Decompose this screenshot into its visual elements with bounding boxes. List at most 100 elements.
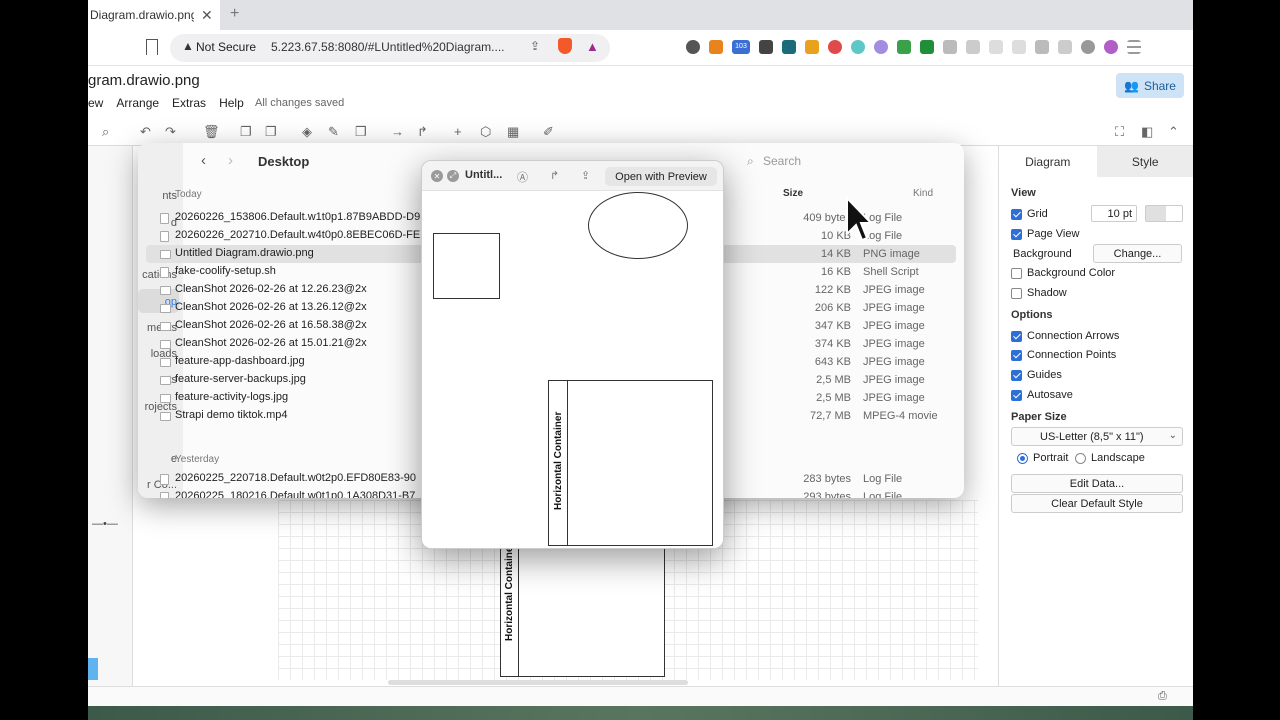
back-icon[interactable]: ‹ bbox=[201, 152, 206, 169]
shapes-icon[interactable]: ⬡ bbox=[480, 124, 491, 140]
extension-icon[interactable] bbox=[828, 40, 842, 54]
extension-icon[interactable] bbox=[782, 40, 796, 54]
shadow-option[interactable]: Shadow bbox=[1011, 287, 1067, 299]
extension-badge-icon[interactable]: 103 bbox=[732, 40, 750, 54]
grid-color-swatch[interactable] bbox=[1145, 205, 1183, 222]
grid-option[interactable]: Grid bbox=[1011, 208, 1048, 220]
to-back-icon[interactable]: ❐ bbox=[265, 124, 277, 140]
change-background-button[interactable]: Change... bbox=[1093, 244, 1182, 263]
tab-diagram[interactable]: Diagram bbox=[999, 146, 1097, 177]
sidebar-icon[interactable] bbox=[1012, 40, 1026, 54]
waypoints-icon[interactable]: ↱ bbox=[417, 124, 428, 140]
brave-rewards-icon[interactable]: ▲ bbox=[586, 39, 599, 54]
portrait-option[interactable]: Portrait bbox=[1017, 452, 1068, 464]
file-size: 14 KB bbox=[821, 248, 851, 260]
extension-icon[interactable] bbox=[759, 40, 773, 54]
tab-close-icon[interactable]: ✕ bbox=[201, 7, 213, 24]
connection-points-checkbox[interactable] bbox=[1011, 349, 1022, 361]
connector-shape-icon[interactable]: —•— bbox=[92, 518, 118, 530]
canvas-horizontal-container[interactable] bbox=[500, 545, 665, 677]
column-kind[interactable]: Kind bbox=[913, 188, 933, 199]
fullscreen-icon[interactable]: ⤢ bbox=[447, 170, 459, 182]
canvas-container-header[interactable]: Horizontal Containe bbox=[500, 545, 519, 677]
url-text[interactable]: 5.223.67.58:8080/#LUntitled%20Diagram...… bbox=[271, 40, 505, 54]
share-button[interactable]: 👥 Share bbox=[1116, 73, 1184, 98]
profile-icon[interactable] bbox=[1104, 40, 1118, 54]
clear-default-style-button[interactable]: Clear Default Style bbox=[1011, 494, 1183, 513]
page-view-option[interactable]: Page View bbox=[1011, 228, 1079, 240]
undo-icon[interactable]: ↶ bbox=[140, 124, 151, 140]
extension-icon[interactable] bbox=[920, 40, 934, 54]
menu-extras[interactable]: Extras bbox=[172, 96, 206, 110]
extension-icon[interactable] bbox=[686, 40, 700, 54]
guides-option[interactable]: Guides bbox=[1011, 369, 1062, 381]
download-icon[interactable] bbox=[989, 40, 1003, 54]
search-input[interactable]: Search bbox=[763, 154, 801, 168]
share-page-icon[interactable]: ⇪ bbox=[530, 39, 540, 53]
markup-icon[interactable]: Ⓐ bbox=[517, 169, 528, 185]
autosave-option[interactable]: Autosave bbox=[1011, 389, 1073, 401]
shadow-checkbox[interactable] bbox=[1011, 287, 1022, 299]
grid-checkbox[interactable] bbox=[1011, 208, 1022, 220]
paper-size-select[interactable]: US-Letter (8,5" x 11") ⌄ bbox=[1011, 427, 1183, 446]
menu-view[interactable]: ew bbox=[88, 96, 103, 110]
table-icon[interactable]: ▦ bbox=[507, 124, 519, 140]
horizontal-scrollbar[interactable] bbox=[388, 680, 688, 685]
address-bar: ▲ Not Secure 5.223.67.58:8080/#LUntitled… bbox=[88, 30, 1193, 66]
connection-points-option[interactable]: Connection Points bbox=[1011, 349, 1116, 361]
document-title[interactable]: gram.drawio.png bbox=[88, 72, 200, 89]
shapes-panel[interactable]: —•— bbox=[88, 146, 133, 706]
close-icon[interactable]: ✕ bbox=[431, 170, 443, 182]
browser-tab[interactable]: Diagram.drawio.png - ✕ bbox=[88, 0, 220, 30]
background-color-checkbox[interactable] bbox=[1011, 267, 1022, 279]
menu-help[interactable]: Help bbox=[219, 96, 244, 110]
share-icon[interactable]: ⇪ bbox=[581, 169, 590, 182]
format-panel-icon[interactable]: ◧ bbox=[1141, 124, 1153, 140]
extension-icon[interactable] bbox=[874, 40, 888, 54]
extension-icon[interactable] bbox=[897, 40, 911, 54]
forward-icon[interactable]: › bbox=[228, 152, 233, 169]
fill-color-icon[interactable]: ◈ bbox=[302, 124, 312, 140]
tab-style[interactable]: Style bbox=[1096, 146, 1193, 177]
autosave-checkbox[interactable] bbox=[1011, 389, 1022, 401]
fullscreen-icon[interactable]: ⛶ bbox=[1115, 124, 1124, 140]
open-with-preview-button[interactable]: Open with Preview bbox=[605, 167, 717, 186]
rotate-icon[interactable]: ↱ bbox=[550, 169, 559, 182]
connection-arrows-option[interactable]: Connection Arrows bbox=[1011, 330, 1119, 342]
background-color-option[interactable]: Background Color bbox=[1011, 267, 1115, 279]
delete-icon[interactable]: 🗑 bbox=[203, 124, 220, 140]
edit-data-button[interactable]: Edit Data... bbox=[1011, 474, 1183, 493]
wallet-icon[interactable] bbox=[1035, 40, 1049, 54]
connection-icon[interactable]: → bbox=[391, 124, 404, 139]
new-tab-icon[interactable]: + bbox=[230, 5, 239, 23]
landscape-option[interactable]: Landscape bbox=[1075, 452, 1145, 464]
puzzle-icon[interactable] bbox=[943, 40, 957, 54]
grid-size-input[interactable]: 10 pt bbox=[1091, 205, 1137, 222]
leo-icon[interactable] bbox=[1058, 40, 1072, 54]
bookmark-icon[interactable] bbox=[146, 39, 158, 55]
shadow-icon[interactable]: ❒ bbox=[355, 124, 367, 140]
guides-checkbox[interactable] bbox=[1011, 369, 1022, 381]
extension-icon[interactable] bbox=[851, 40, 865, 54]
zoom-icon[interactable]: ⌕ bbox=[102, 124, 109, 140]
insert-icon[interactable]: + bbox=[454, 124, 462, 139]
vpn-icon[interactable] bbox=[1081, 40, 1095, 54]
line-color-icon[interactable]: ✎ bbox=[328, 124, 339, 140]
security-label[interactable]: Not Secure bbox=[196, 40, 256, 54]
connection-arrows-checkbox[interactable] bbox=[1011, 330, 1022, 342]
metamask-icon[interactable] bbox=[709, 40, 723, 54]
collapse-icon[interactable]: ⌃ bbox=[1168, 124, 1179, 140]
to-front-icon[interactable]: ❐ bbox=[240, 124, 252, 140]
edit-style-icon[interactable]: ✐ bbox=[543, 124, 554, 140]
extension-icon[interactable] bbox=[805, 40, 819, 54]
landscape-radio[interactable] bbox=[1075, 452, 1086, 464]
extension-icon[interactable] bbox=[966, 40, 980, 54]
column-size[interactable]: Size bbox=[783, 188, 803, 199]
menu-icon[interactable] bbox=[1127, 40, 1141, 54]
redo-icon[interactable]: ↷ bbox=[165, 124, 176, 140]
printer-icon[interactable]: ⎙ bbox=[1158, 690, 1167, 703]
portrait-radio[interactable] bbox=[1017, 452, 1028, 464]
menu-arrange[interactable]: Arrange bbox=[116, 96, 159, 110]
page-view-checkbox[interactable] bbox=[1011, 228, 1022, 240]
brave-shield-icon[interactable] bbox=[558, 38, 572, 54]
